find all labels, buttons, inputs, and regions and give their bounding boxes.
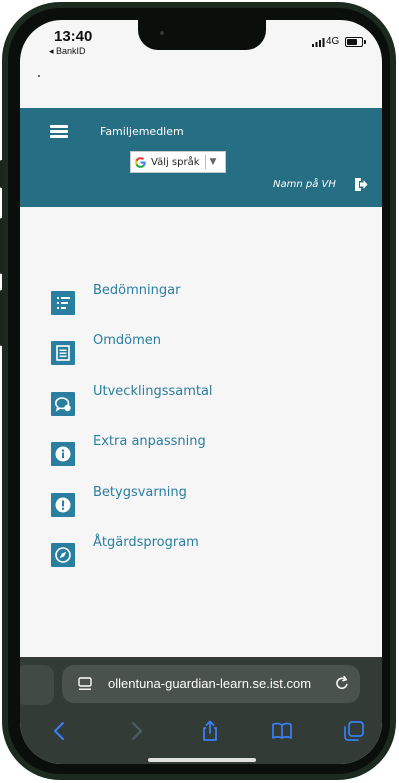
header-title: Familjemedlem bbox=[100, 125, 184, 138]
dropdown-arrow-icon: ▼ bbox=[209, 157, 217, 167]
camera-notch bbox=[138, 20, 266, 50]
status-bar: 13:40 ◂ BankID 4G bbox=[20, 20, 382, 75]
forward-arrow-icon[interactable] bbox=[124, 719, 148, 743]
address-bar[interactable]: ollentuna-guardian-learn.se.ist.com bbox=[62, 665, 360, 703]
exclamation-icon bbox=[51, 493, 75, 517]
menu-item-betygsvarning[interactable]: Betygsvarning bbox=[50, 485, 350, 519]
google-g-icon bbox=[135, 156, 146, 168]
menu-item-label: Åtgärdsprogram bbox=[93, 535, 199, 550]
browser-bottom-bar: ollentuna-guardian-learn.se.ist.com bbox=[20, 657, 382, 764]
language-select-divider bbox=[204, 155, 206, 169]
share-icon[interactable] bbox=[198, 719, 222, 743]
tabs-icon[interactable] bbox=[342, 719, 366, 743]
page-dot bbox=[38, 75, 40, 77]
phone-screen: 13:40 ◂ BankID 4G Familjemedlem Välj spr… bbox=[20, 20, 382, 764]
document-icon bbox=[51, 341, 75, 365]
status-time: 13:40 bbox=[54, 28, 93, 45]
menu-item-label: Bedömningar bbox=[93, 283, 181, 298]
language-select[interactable]: Välj språk ▼ bbox=[130, 151, 226, 173]
menu-item-label: Omdömen bbox=[93, 333, 162, 348]
reload-icon[interactable] bbox=[334, 675, 350, 691]
phone-side-button-volume-up bbox=[0, 218, 3, 274]
menu-item-extra-anpassning[interactable]: Extra anpassning bbox=[50, 434, 350, 468]
signal-icon bbox=[312, 38, 325, 47]
url-text: ollentuna-guardian-learn.se.ist.com bbox=[108, 676, 312, 691]
home-indicator[interactable] bbox=[148, 758, 256, 762]
main-menu: Bedömningar Omdömen Utvecklingssamtal Ex… bbox=[20, 207, 382, 657]
menu-item-utvecklingssamtal[interactable]: Utvecklingssamtal bbox=[50, 384, 350, 418]
battery-icon bbox=[345, 37, 366, 47]
compass-icon bbox=[51, 543, 75, 567]
menu-item-omdomen[interactable]: Omdömen bbox=[50, 333, 350, 367]
language-select-label: Välj språk bbox=[151, 156, 200, 168]
menu-item-label: Betygsvarning bbox=[93, 485, 187, 500]
list-icon bbox=[51, 291, 75, 315]
info-icon bbox=[51, 442, 75, 466]
hamburger-menu-icon[interactable] bbox=[50, 125, 68, 138]
page-format-icon[interactable] bbox=[78, 677, 92, 691]
logout-icon[interactable] bbox=[354, 177, 368, 192]
menu-item-bedomningar[interactable]: Bedömningar bbox=[50, 283, 350, 317]
menu-item-label: Utvecklingssamtal bbox=[93, 384, 213, 399]
app-header: Familjemedlem Välj språk ▼ Namn på VH bbox=[20, 108, 382, 207]
bookmarks-icon[interactable] bbox=[270, 719, 294, 743]
back-to-app-link[interactable]: ◂ BankID bbox=[49, 46, 86, 57]
menu-item-label: Extra anpassning bbox=[93, 434, 206, 449]
phone-side-button-volume-down bbox=[0, 290, 3, 346]
back-arrow-icon[interactable] bbox=[48, 719, 72, 743]
menu-item-atgardsprogram[interactable]: Åtgärdsprogram bbox=[50, 535, 350, 569]
camera-dot bbox=[160, 31, 164, 35]
network-type: 4G bbox=[326, 36, 340, 47]
browser-toolbar bbox=[20, 717, 382, 747]
chat-icon bbox=[51, 392, 75, 416]
previous-tab-preview[interactable] bbox=[20, 665, 54, 705]
phone-side-button-mute bbox=[0, 160, 3, 188]
user-name: Namn på VH bbox=[273, 179, 336, 190]
